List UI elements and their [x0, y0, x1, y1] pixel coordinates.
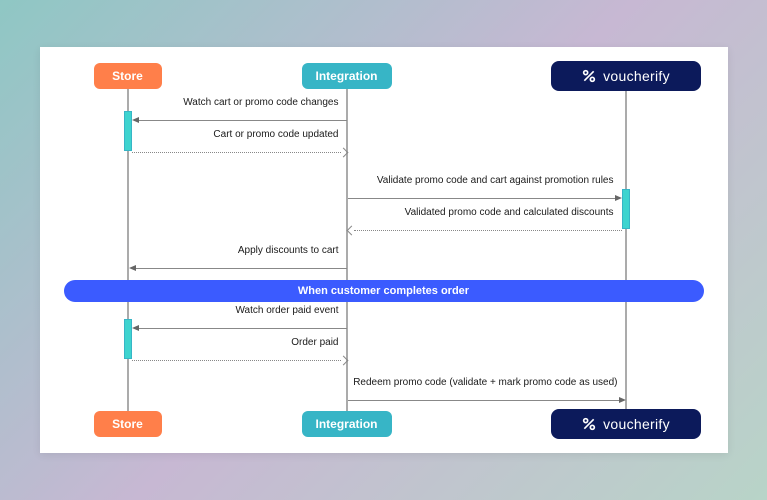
- msg-apply-discounts-label: Apply discounts to cart: [238, 245, 339, 256]
- participant-integration-bottom: Integration: [302, 411, 392, 437]
- percent-icon: [581, 416, 597, 432]
- participant-voucherify-bottom: voucherify: [551, 409, 701, 439]
- percent-icon: [581, 68, 597, 84]
- participant-store-label: Store: [112, 69, 143, 83]
- divider-label: When customer completes order: [298, 285, 469, 297]
- msg-apply-discounts: Apply discounts to cart: [129, 259, 347, 277]
- msg-order-paid-label: Order paid: [291, 337, 338, 348]
- activation-store-1: [124, 111, 132, 151]
- participant-store-label-bottom: Store: [112, 417, 143, 431]
- lifeline-voucherify: [625, 91, 627, 411]
- msg-redeem: Redeem promo code (validate + mark promo…: [348, 391, 626, 409]
- msg-redeem-label: Redeem promo code (validate + mark promo…: [353, 377, 617, 388]
- msg-cart-updated-label: Cart or promo code updated: [213, 129, 338, 140]
- msg-watch-order: Watch order paid event: [132, 319, 347, 337]
- msg-cart-updated: Cart or promo code updated: [132, 143, 347, 161]
- sequence-diagram: Store Integration voucherify Watch cart …: [40, 47, 728, 453]
- msg-order-paid: Order paid: [132, 351, 347, 369]
- msg-watch-order-label: Watch order paid event: [235, 305, 338, 316]
- participant-store-bottom: Store: [94, 411, 162, 437]
- participant-voucherify-label: voucherify: [603, 68, 670, 84]
- participant-voucherify-label-bottom: voucherify: [603, 416, 670, 432]
- participant-voucherify-top: voucherify: [551, 61, 701, 91]
- activation-voucherify-1: [622, 189, 630, 229]
- participant-integration-label: Integration: [316, 69, 378, 83]
- divider-order-complete: When customer completes order: [64, 280, 704, 302]
- msg-validate: Validate promo code and cart against pro…: [348, 189, 622, 207]
- msg-validate-label: Validate promo code and cart against pro…: [377, 175, 614, 186]
- activation-store-2: [124, 319, 132, 359]
- participant-integration-top: Integration: [302, 63, 392, 89]
- msg-validated: Validated promo code and calculated disc…: [348, 221, 622, 239]
- participant-store-top: Store: [94, 63, 162, 89]
- participant-integration-label-bottom: Integration: [316, 417, 378, 431]
- msg-watch-cart-label: Watch cart or promo code changes: [183, 97, 338, 108]
- msg-watch-cart: Watch cart or promo code changes: [132, 111, 347, 129]
- msg-validated-label: Validated promo code and calculated disc…: [405, 207, 614, 218]
